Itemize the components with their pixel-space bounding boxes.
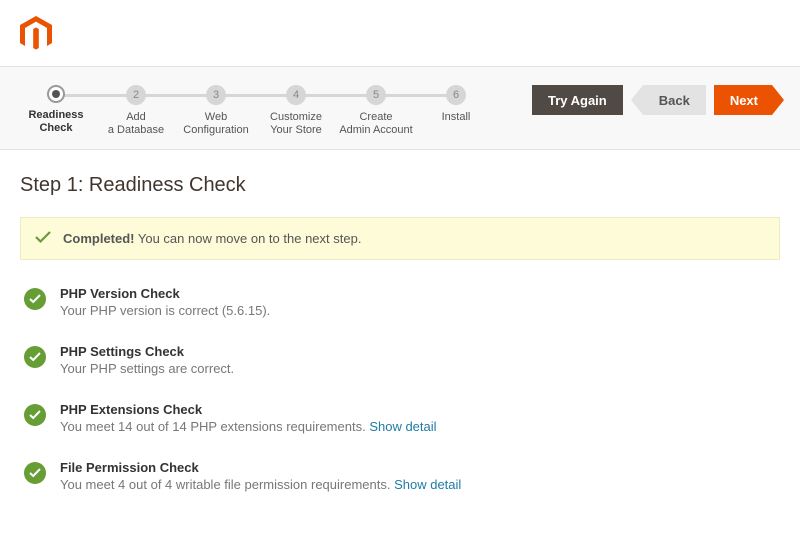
check-item-1: PHP Settings Check Your PHP settings are … [20,344,780,376]
step-label: WebConfiguration [176,111,256,137]
stepper: ReadinessCheck 2 Adda Database 3 WebConfigur… [16,85,532,137]
check-item-0: PHP Version Check Your PHP version is cor… [20,286,780,318]
step-2: 2 Adda Database [96,85,176,137]
try-again-button[interactable]: Try Again [532,85,623,115]
step-label: CustomizeYour Store [256,111,336,137]
alert-completed: Completed! You can now move on to the ne… [20,217,780,260]
step-6: 6 Install [416,85,496,124]
step-circle [47,85,65,103]
check-subtitle: Your PHP version is correct (5.6.15). [60,303,270,318]
show-detail-link[interactable]: Show detail [369,419,436,434]
step-3: 3 WebConfiguration [176,85,256,137]
step-5: 5 CreateAdmin Account [336,85,416,137]
magento-logo-icon [20,16,780,52]
check-title: File Permission Check [60,460,461,475]
step-label: CreateAdmin Account [336,111,416,137]
check-subtitle: You meet 14 out of 14 PHP extensions req… [60,419,437,434]
check-subtitle: Your PHP settings are correct. [60,361,234,376]
page-title: Step 1: Readiness Check [20,174,780,197]
next-button[interactable]: Next [714,85,772,115]
success-icon [24,462,46,484]
step-circle: 2 [126,85,146,105]
action-buttons: Try Again Back Next [532,85,784,115]
show-detail-link[interactable]: Show detail [394,477,461,492]
check-title: PHP Settings Check [60,344,234,359]
success-icon [24,404,46,426]
step-4: 4 CustomizeYour Store [256,85,336,137]
step-label: Adda Database [96,111,176,137]
stepper-bar: ReadinessCheck 2 Adda Database 3 WebConfigur… [0,66,800,150]
check-title: PHP Extensions Check [60,402,437,417]
step-circle: 3 [206,85,226,105]
step-circle: 4 [286,85,306,105]
step-1: ReadinessCheck [16,85,96,135]
check-title: PHP Version Check [60,286,270,301]
step-label: Install [416,111,496,124]
back-button[interactable]: Back [643,85,706,115]
content: Step 1: Readiness Check Completed! You c… [0,150,800,542]
header [0,0,800,66]
check-icon [35,230,51,247]
success-icon [24,288,46,310]
alert-text: Completed! You can now move on to the ne… [63,231,361,246]
step-circle: 5 [366,85,386,105]
step-circle: 6 [446,85,466,105]
success-icon [24,346,46,368]
check-item-2: PHP Extensions Check You meet 14 out of 1… [20,402,780,434]
check-subtitle: You meet 4 out of 4 writable file permis… [60,477,461,492]
step-label: ReadinessCheck [16,109,96,135]
check-item-3: File Permission Check You meet 4 out of 4… [20,460,780,492]
